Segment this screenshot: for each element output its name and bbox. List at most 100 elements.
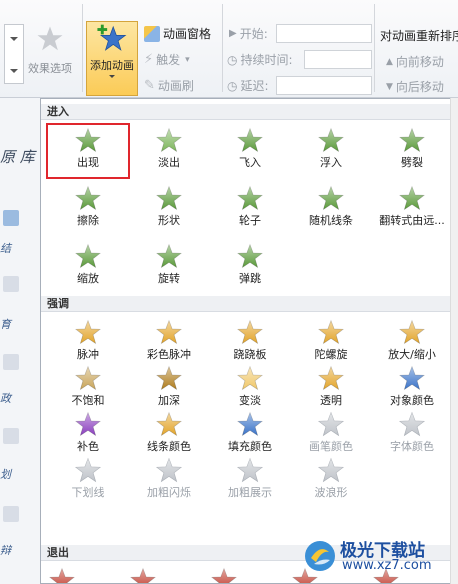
appear-star-icon [75,127,101,153]
animation-pane-label: 动画窗格 [163,27,212,41]
effect-label: 透明 [320,394,342,407]
move-earlier-button[interactable]: ▲ 向前移动 [386,53,444,70]
side-label: 辩 [0,544,11,557]
entrance-effect-item[interactable]: 轮子 [210,183,290,235]
play-icon: ▶ [229,28,237,39]
fade-star-icon [156,127,182,153]
entrance-effect-item[interactable]: 形状 [129,183,209,235]
effect-label: 放大/缩小 [388,348,436,361]
emphasis-effect-item[interactable]: 陀螺旋 [291,317,371,369]
entrance-effect-item[interactable]: 弹跳 [210,241,290,293]
animations-ribbon: 效果选项 添加动画 动画窗格 ⚡ 触发 ▾ ✎ 动画刷 ▶ 开始: ◷ 持续时间… [0,0,458,98]
emphasis-effect-item[interactable]: 放大/缩小 [372,317,450,369]
lighten-star-icon [237,365,263,391]
effect-label: 弹跳 [239,272,261,285]
effect-label: 脉冲 [77,348,99,361]
emphasis-effect-item[interactable]: 跷跷板 [210,317,290,369]
entrance-effect-item[interactable]: 旋转 [129,241,209,293]
brush-icon: ✎ [144,78,155,93]
effect-label: 加粗闪烁 [147,486,191,499]
emphasis-effect-item[interactable]: 线条颜色 [129,409,209,461]
entrance-effect-item[interactable]: 翻转式由远... [372,183,450,235]
object-color-star-icon [399,365,425,391]
shape-star-icon [156,185,182,211]
grow-shrink-star-icon [399,319,425,345]
emphasis-effect-item[interactable]: 补色 [48,409,128,461]
pane-icon [144,25,160,42]
split-star-icon [399,127,425,153]
effect-label: 旋转 [158,272,180,285]
effect-label: 画笔颜色 [309,440,353,453]
entrance-effect-item[interactable]: 浮入 [291,125,371,177]
teeter-star-icon [237,319,263,345]
spin-star-icon [318,319,344,345]
effect-label: 跷跷板 [233,348,267,361]
emphasis-effect-item[interactable]: 对象颜色 [372,363,450,415]
emphasis-effect-item[interactable]: 加深 [129,363,209,415]
emphasis-effect-item[interactable]: 填充颜色 [210,409,290,461]
side-label: 结 [0,242,11,255]
effect-label: 填充颜色 [228,440,272,453]
entrance-effect-item[interactable]: 淡出 [129,125,209,177]
effect-label: 不饱和 [71,394,105,407]
arrow-down-icon: ▼ [386,81,393,92]
delay-field[interactable] [276,76,372,95]
delay-label-group: ◷ 延迟: [227,77,269,94]
watermark: 极光下载站 www.xz7.com [300,534,452,578]
exit-effect-item[interactable] [48,567,128,583]
effect-options-label: 效果选项 [28,62,72,75]
effect-star-icon [37,26,63,51]
line-color-star-icon [156,411,182,437]
effect-label: 下划线 [71,486,105,499]
emphasis-effect-item[interactable]: 脉冲 [48,317,128,369]
entrance-section-header: 进入 [41,104,450,120]
start-label-group: ▶ 开始: [229,25,268,42]
emphasis-effect-item: 加粗闪烁 [129,455,209,507]
trigger-label: 触发 [156,53,181,67]
entrance-effect-item[interactable]: 随机线条 [291,183,371,235]
add-star-icon [97,24,127,51]
trigger-button[interactable]: ⚡ 触发 ▾ [144,51,190,68]
exit-effect-item[interactable] [210,567,290,583]
complementary-color-star-icon [75,411,101,437]
emphasis-effect-item[interactable]: 不饱和 [48,363,128,415]
desaturate-star-icon [75,365,101,391]
clock-icon: ◷ [227,52,238,67]
color-pulse-star-icon [156,319,182,345]
effect-label: 浮入 [320,156,342,169]
emphasis-effect-item[interactable]: 变淡 [210,363,290,415]
emphasis-effect-item[interactable]: 透明 [291,363,371,415]
bounce-star-icon [237,243,263,269]
gallery-scrollbar[interactable] [450,98,458,584]
side-label: 育 [0,318,11,331]
effect-label: 随机线条 [309,214,353,227]
move-later-button[interactable]: ▼ 向后移动 [386,78,444,95]
effect-label: 缩放 [77,272,99,285]
start-select[interactable] [276,24,372,43]
entrance-effect-item[interactable]: 缩放 [48,241,128,293]
duration-field[interactable] [304,50,372,69]
effect-label: 飞入 [239,156,261,169]
delay-label: 延迟: [240,79,269,93]
emphasis-effect-item[interactable]: 彩色脉冲 [129,317,209,369]
effect-label: 线条颜色 [147,440,191,453]
effect-label: 彩色脉冲 [147,348,191,361]
effect-label: 对象颜色 [390,394,434,407]
wave-star-icon [318,457,344,483]
add-animation-button[interactable]: 添加动画 [86,21,138,96]
thumbnail-icon [3,506,19,522]
entrance-effect-item[interactable]: 擦除 [48,183,128,235]
watermark-url: www.xz7.com [342,558,432,573]
exit-star-icon [130,567,156,583]
effect-options-button[interactable]: 效果选项 [24,24,76,94]
animation-painter-button[interactable]: ✎ 动画刷 [144,77,194,94]
entrance-effect-item[interactable]: 出现 [46,123,130,179]
duration-label: 持续时间: [240,53,293,67]
watermark-logo-icon [305,541,335,571]
exit-effect-item[interactable] [129,567,209,583]
entrance-effect-item[interactable]: 飞入 [210,125,290,177]
effect-label: 陀螺旋 [314,348,348,361]
entrance-effect-item[interactable]: 劈裂 [372,125,450,177]
animation-pane-button[interactable]: 动画窗格 [144,25,211,42]
scroll-combo[interactable] [4,24,24,84]
